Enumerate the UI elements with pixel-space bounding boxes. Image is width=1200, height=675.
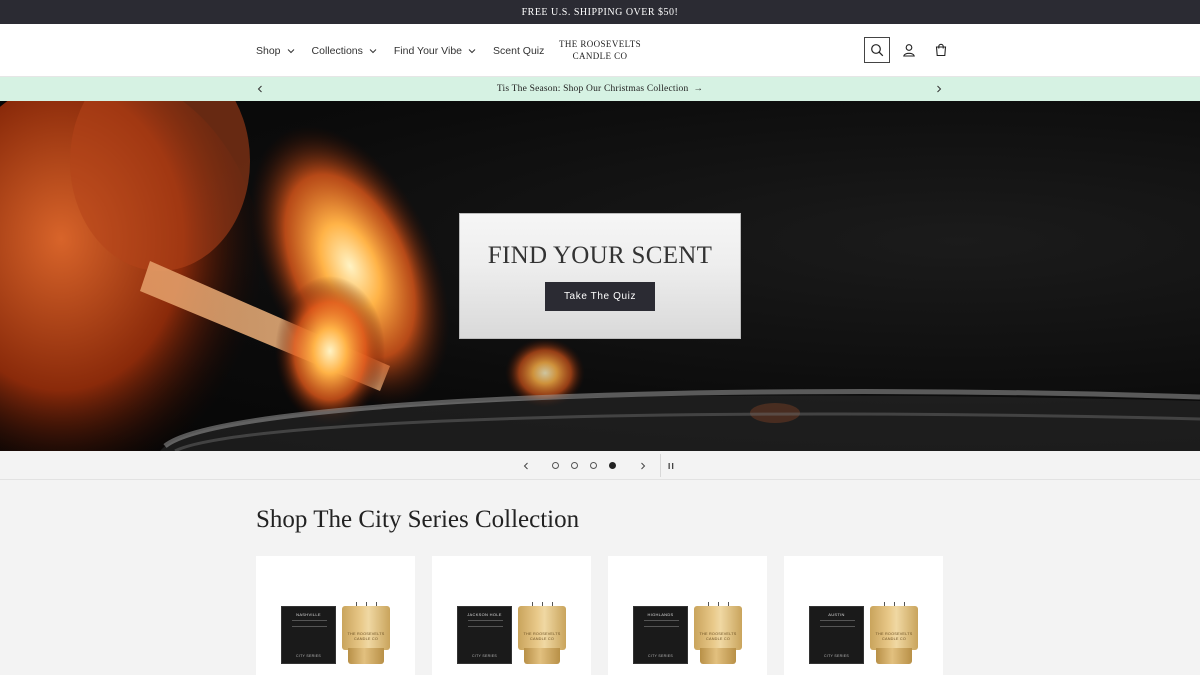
product-box-image: NASHVILLE CITY SERIES: [281, 606, 336, 664]
product-card[interactable]: JACKSON HOLE CITY SERIES THE ROOSEVELTS …: [432, 556, 591, 675]
tin-base: [700, 648, 736, 664]
product-card[interactable]: NASHVILLE CITY SERIES THE ROOSEVELTS CAN…: [256, 556, 415, 675]
product-box-image: HIGHLANDS CITY SERIES: [633, 606, 688, 664]
box-decor: [468, 620, 503, 627]
tin-base: [524, 648, 560, 664]
promo-prev-button[interactable]: [254, 83, 266, 95]
box-decor: [292, 620, 327, 627]
product-tin-image: THE ROOSEVELTS CANDLE CO: [340, 602, 392, 664]
header-icons: [864, 37, 954, 63]
chevron-left-icon: [257, 85, 262, 93]
hero-title: FIND YOUR SCENT: [487, 242, 713, 269]
promo-link[interactable]: Tis The Season: Shop Our Christmas Colle…: [497, 84, 703, 94]
box-footer: CITY SERIES: [647, 654, 674, 658]
tin-body: [342, 606, 390, 650]
nav-scent-quiz[interactable]: Scent Quiz: [493, 45, 544, 57]
take-quiz-button[interactable]: Take The Quiz: [545, 282, 655, 311]
tin-label: THE ROOSEVELTS CANDLE CO: [516, 632, 568, 642]
promo-text: Tis The Season: Shop Our Christmas Colle…: [496, 84, 689, 94]
tin-label: THE ROOSEVELTS CANDLE CO: [340, 632, 392, 642]
product-grid: NASHVILLE CITY SERIES THE ROOSEVELTS CAN…: [256, 556, 943, 675]
nav-find-your-vibe[interactable]: Find Your Vibe: [394, 45, 476, 57]
account-icon: [903, 44, 915, 57]
search-button[interactable]: [864, 37, 890, 63]
announcement-bar: FREE U.S. SHIPPING OVER $50!: [0, 0, 1200, 24]
main-nav: Shop Collections Find Your Vibe Scent Qu…: [256, 24, 544, 77]
product-tin-image: THE ROOSEVELTS CANDLE CO: [868, 602, 920, 664]
tin-label-line-2: CANDLE CO: [530, 637, 554, 641]
hero-cta-card: FIND YOUR SCENT Take The Quiz: [459, 213, 741, 339]
chevron-right-icon: [641, 462, 646, 470]
chevron-right-icon: [937, 85, 942, 93]
product-tin-image: THE ROOSEVELTS CANDLE CO: [516, 602, 568, 664]
slide-dot-3[interactable]: [590, 462, 597, 469]
nav-find-your-vibe-label: Find Your Vibe: [393, 44, 463, 57]
product-tin-image: THE ROOSEVELTS CANDLE CO: [692, 602, 744, 664]
tin-label: THE ROOSEVELTS CANDLE CO: [692, 632, 744, 642]
box-decor: [820, 620, 855, 627]
tin-label: THE ROOSEVELTS CANDLE CO: [868, 632, 920, 642]
slide-dot-4[interactable]: [609, 462, 616, 469]
chevron-down-icon: [287, 48, 294, 53]
chevron-down-icon: [468, 48, 476, 53]
box-label: HIGHLANDS: [647, 612, 674, 617]
nav-collections[interactable]: Collections: [312, 45, 377, 57]
box-label: AUSTIN: [828, 612, 845, 617]
arrow-right-icon: →: [693, 84, 704, 94]
nav-shop-label: Shop: [256, 44, 281, 57]
product-box-image: JACKSON HOLE CITY SERIES: [457, 606, 512, 664]
product-card[interactable]: HIGHLANDS CITY SERIES THE ROOSEVELTS CAN…: [608, 556, 767, 675]
announcement-text: FREE U.S. SHIPPING OVER $50!: [521, 6, 679, 18]
promo-next-button[interactable]: [933, 83, 945, 95]
tin-base: [876, 648, 912, 664]
box-decor: [644, 620, 679, 627]
box-footer: CITY SERIES: [823, 654, 850, 658]
product-box-image: AUSTIN CITY SERIES: [809, 606, 864, 664]
tin-body: [870, 606, 918, 650]
tin-label-line-2: CANDLE CO: [706, 637, 730, 641]
box-label: NASHVILLE: [296, 612, 321, 617]
slide-next-button[interactable]: [637, 460, 649, 472]
promo-bar: Tis The Season: Shop Our Christmas Colle…: [0, 77, 1200, 101]
site-header: Shop Collections Find Your Vibe Scent Qu…: [0, 24, 1200, 77]
pause-icon: [668, 463, 674, 469]
tin-body: [518, 606, 566, 650]
slider-divider: [660, 454, 661, 477]
nav-collections-label: Collections: [311, 44, 363, 57]
chevron-left-icon: [523, 462, 528, 470]
logo-line-2: CANDLE CO: [572, 51, 628, 61]
collection-title: Shop The City Series Collection: [256, 506, 580, 533]
box-label: JACKSON HOLE: [467, 612, 502, 617]
tin-body: [694, 606, 742, 650]
tin-label-line-2: CANDLE CO: [882, 637, 906, 641]
product-card[interactable]: AUSTIN CITY SERIES THE ROOSEVELTS CANDLE…: [784, 556, 943, 675]
cart-icon: [935, 43, 947, 57]
hero-slideshow: FIND YOUR SCENT Take The Quiz: [0, 101, 1200, 451]
nav-scent-quiz-label: Scent Quiz: [493, 44, 545, 57]
slideshow-controls: [0, 451, 1200, 480]
pause-button[interactable]: [665, 460, 677, 472]
slide-dot-2[interactable]: [571, 462, 578, 469]
slide-prev-button[interactable]: [520, 460, 532, 472]
box-footer: CITY SERIES: [471, 654, 498, 658]
search-icon: [871, 44, 884, 57]
slide-dot-1[interactable]: [552, 462, 559, 469]
nav-shop[interactable]: Shop: [256, 45, 295, 57]
site-logo[interactable]: THE ROOSEVELTS CANDLE CO: [548, 38, 652, 62]
tin-base: [348, 648, 384, 664]
account-button[interactable]: [896, 37, 922, 63]
tin-label-line-2: CANDLE CO: [354, 637, 378, 641]
box-footer: CITY SERIES: [295, 654, 322, 658]
chevron-down-icon: [369, 48, 377, 53]
logo-line-1: THE ROOSEVELTS: [558, 39, 642, 49]
cart-button[interactable]: [928, 37, 954, 63]
